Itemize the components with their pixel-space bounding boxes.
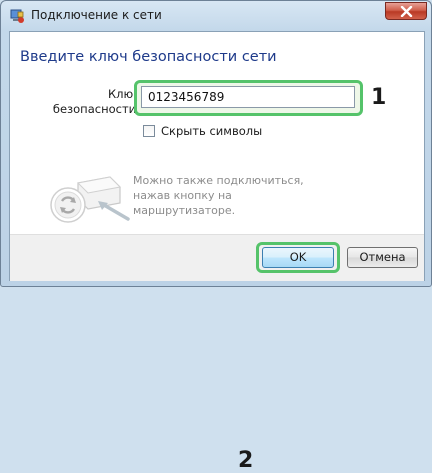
dialog-content: Введите ключ безопасности сети Ключ безо… [9,31,425,473]
hide-symbols-checkbox[interactable] [143,125,155,137]
hide-symbols-label[interactable]: Скрыть символы [161,124,262,138]
window-title: Подключение к сети [31,8,162,22]
page-title: Введите ключ безопасности сети [20,49,277,65]
security-key-input[interactable] [141,86,355,108]
ok-button[interactable]: OK [262,247,334,268]
close-icon [400,6,413,17]
security-key-label-line2: безопасности: [52,102,140,116]
network-icon [9,8,25,24]
security-key-label-line1: Ключ [108,87,140,101]
title-bar[interactable]: Подключение к сети [1,1,431,31]
security-key-highlight [134,80,363,116]
router-button-icon [34,163,134,227]
annotation-badge-2: 2 [238,448,254,473]
close-button[interactable] [385,2,427,20]
annotation-badge-1: 1 [371,85,387,110]
router-hint-text: Можно также подключиться, нажав кнопку н… [133,174,304,217]
button-bar: 2 OK Отмена [10,234,424,473]
security-key-label: Ключ безопасности: [20,87,140,117]
cancel-button[interactable]: Отмена [347,247,418,268]
network-connect-window: Подключение к сети Введите ключ безопасн… [0,0,432,473]
